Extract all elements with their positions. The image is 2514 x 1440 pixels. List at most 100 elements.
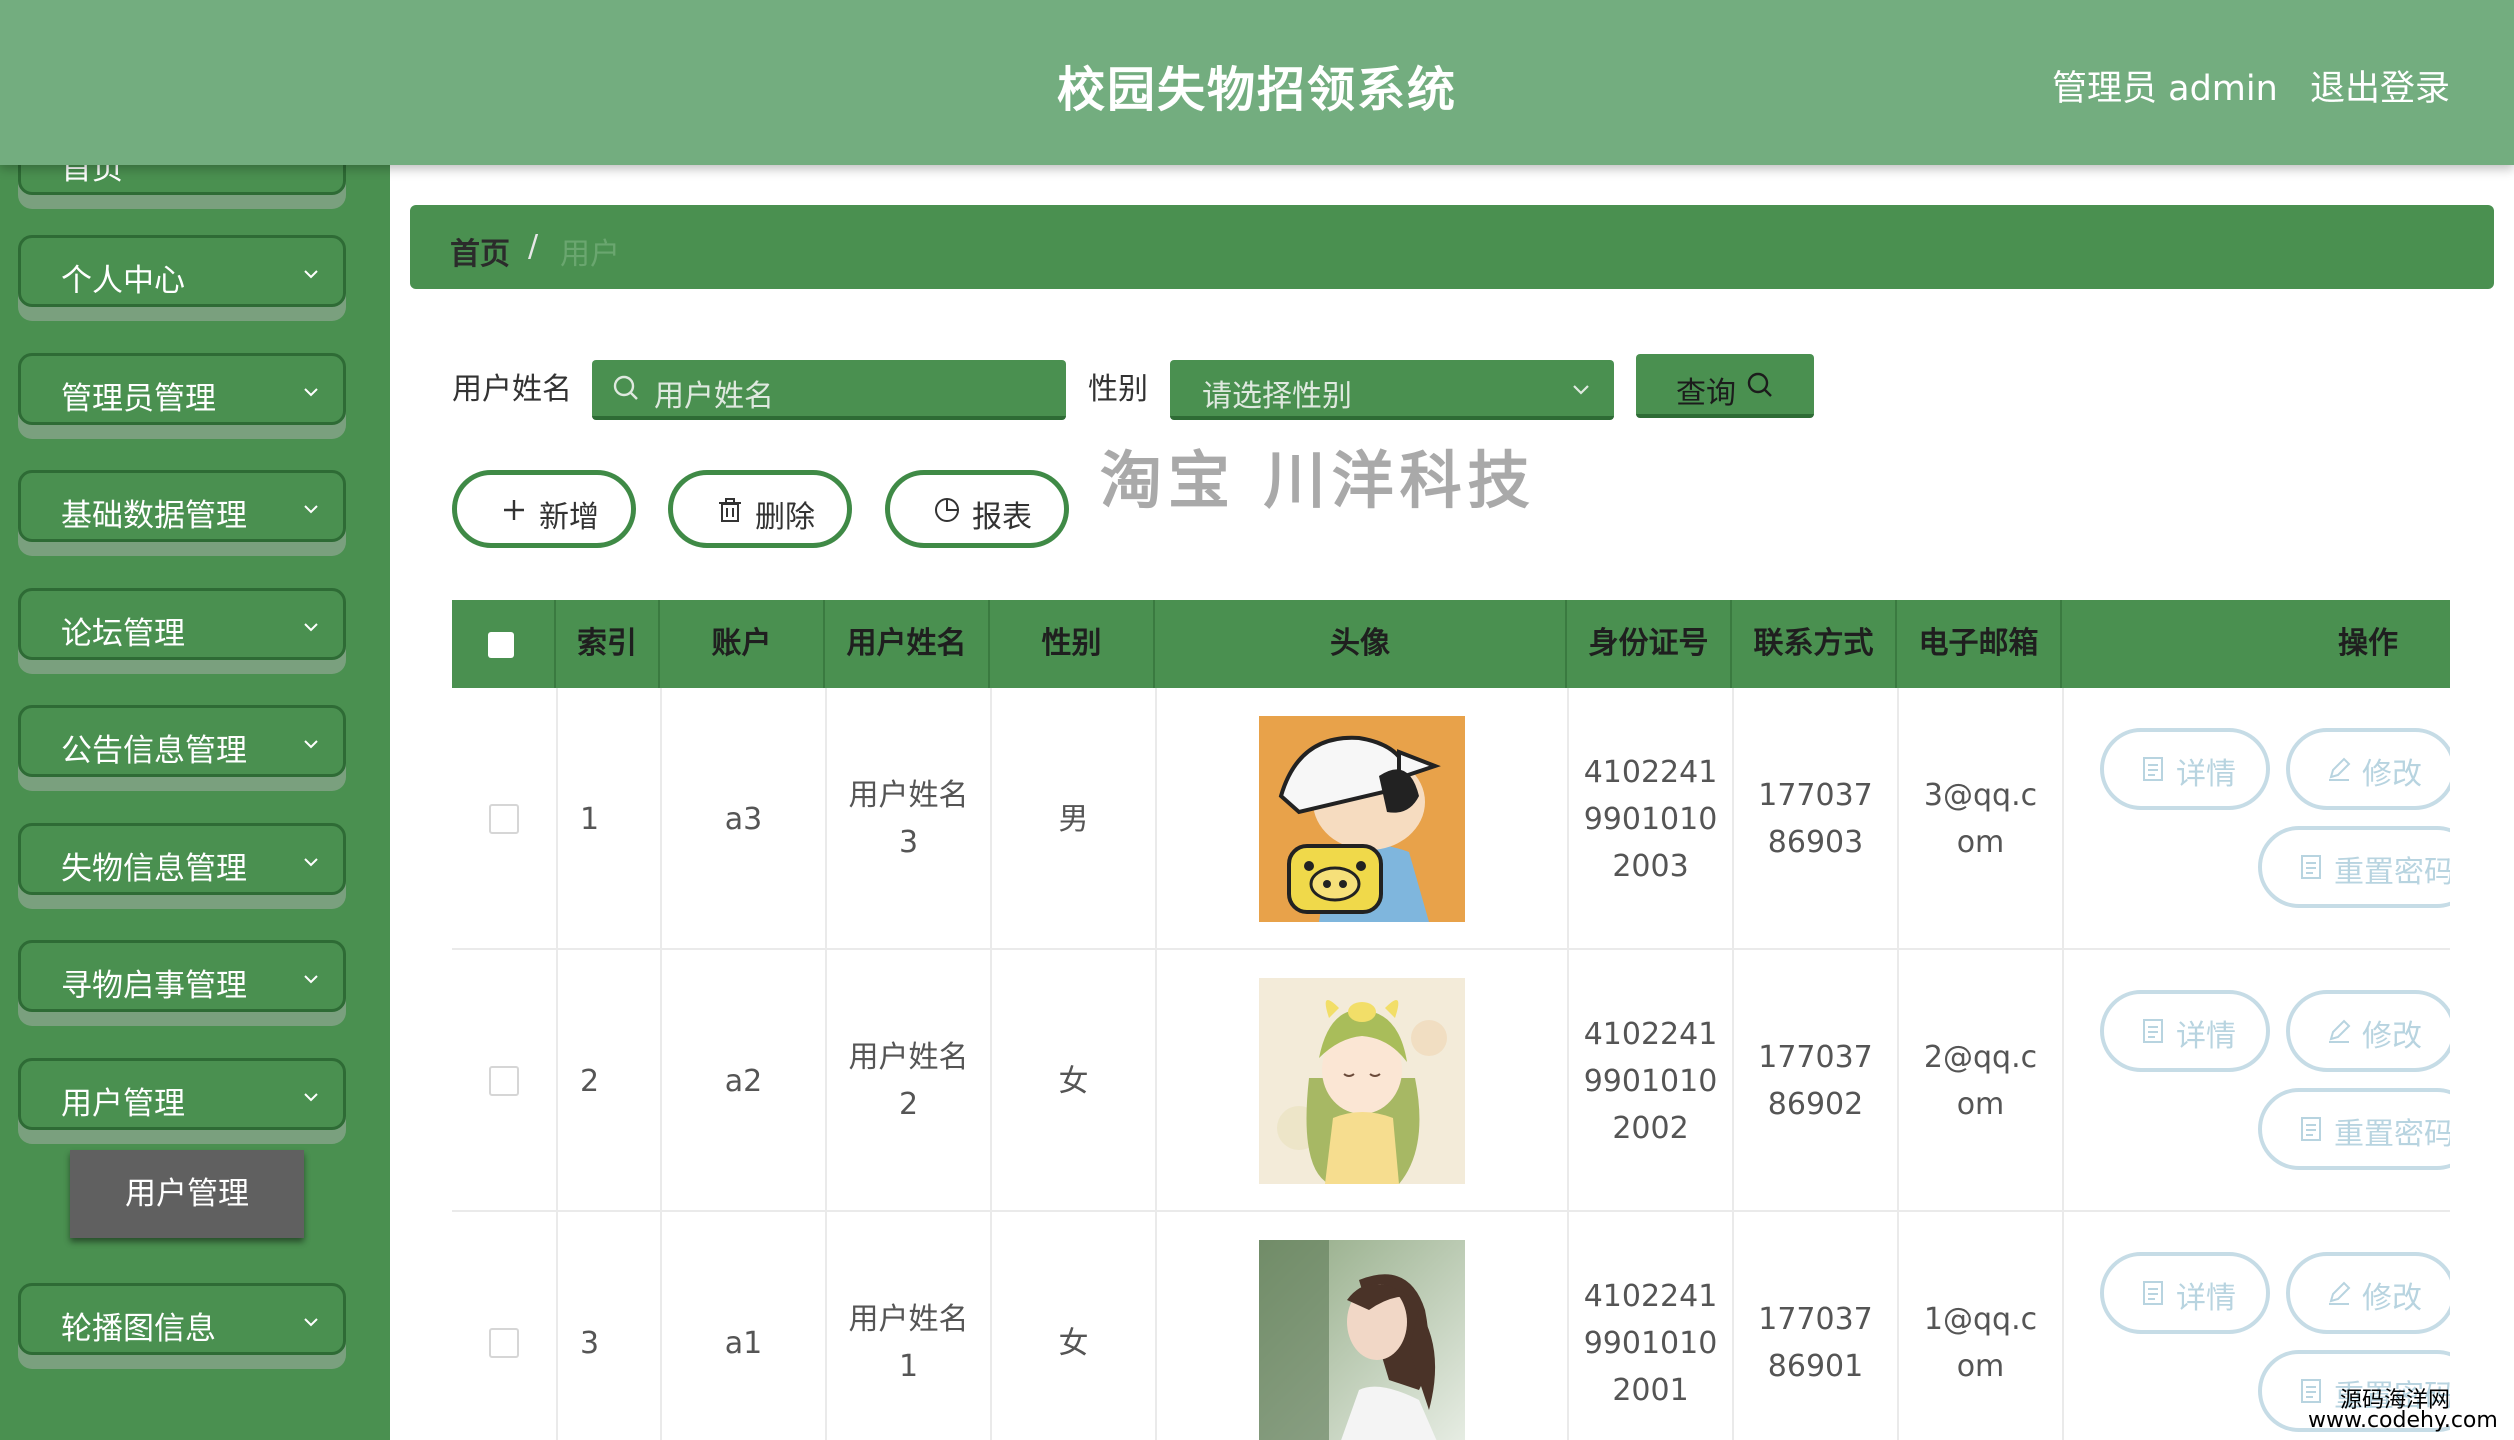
edit-button-label: 修改 bbox=[2362, 1019, 2422, 1054]
add-button[interactable]: 新增 bbox=[452, 470, 636, 548]
reset-password-button[interactable]: 重置密码 bbox=[2258, 826, 2450, 908]
id-number-cell: 410224199010102002 bbox=[1567, 950, 1732, 1212]
query-button[interactable]: 查询 bbox=[1636, 354, 1814, 418]
delete-button[interactable]: 删除 bbox=[668, 470, 852, 548]
sidebar-item-home[interactable]: 首页 bbox=[18, 165, 346, 195]
sidebar-item-label: 个人中心 bbox=[61, 263, 185, 299]
pencil-icon bbox=[2329, 1019, 2351, 1043]
username-cell: 用户姓名2 bbox=[825, 950, 990, 1212]
chevron-down-icon bbox=[304, 388, 318, 397]
email-cell: 1@qq.com bbox=[1897, 1212, 2062, 1440]
sidebar-item-carousel[interactable]: 轮播图信息 bbox=[18, 1283, 346, 1355]
detail-button-label: 详情 bbox=[2176, 757, 2236, 792]
row-checkbox[interactable] bbox=[489, 1066, 519, 1096]
chevron-down-icon bbox=[304, 740, 318, 749]
reset-password-button-label: 重置密码 bbox=[2334, 1117, 2450, 1152]
edit-button[interactable]: 修改 bbox=[2286, 990, 2450, 1072]
sidebar-item-label: 用户管理 bbox=[61, 1086, 185, 1122]
gender-cell: 男 bbox=[990, 688, 1155, 950]
table-row: 3 a1 用户姓名1 女 410224199010102001 17703786… bbox=[452, 1212, 2450, 1440]
header-index: 索引 bbox=[556, 600, 660, 688]
detail-button[interactable]: 详情 bbox=[2100, 1252, 2270, 1334]
chevron-down-icon bbox=[304, 505, 318, 514]
edit-button[interactable]: 修改 bbox=[2286, 1252, 2450, 1334]
account-cell: a1 bbox=[660, 1212, 825, 1440]
document-icon bbox=[2143, 1281, 2163, 1305]
sidebar-item-base-data[interactable]: 基础数据管理 bbox=[18, 470, 346, 542]
reset-password-button-label: 重置密码 bbox=[2334, 855, 2450, 890]
table-header: 索引 账户 用户姓名 性别 头像 身份证号 联系方式 电子邮箱 操作 bbox=[452, 600, 2450, 688]
document-icon bbox=[2301, 855, 2321, 879]
photo-girl-avatar bbox=[1259, 1240, 1465, 1440]
edit-button-label: 修改 bbox=[2362, 757, 2422, 792]
document-icon bbox=[2301, 1379, 2321, 1403]
avatar-cell bbox=[1155, 950, 1567, 1212]
id-number-cell: 410224199010102003 bbox=[1567, 688, 1732, 950]
plus-icon bbox=[504, 500, 524, 520]
account-cell: a3 bbox=[660, 688, 825, 950]
sidebar-item-lost-notices[interactable]: 寻物启事管理 bbox=[18, 940, 346, 1012]
gender-select[interactable]: 请选择性别 bbox=[1170, 360, 1614, 420]
row-check-cell bbox=[452, 1212, 556, 1440]
header-username: 用户姓名 bbox=[825, 600, 990, 688]
gender-filter-label: 性别 bbox=[1088, 372, 1148, 407]
document-icon bbox=[2143, 757, 2163, 781]
sidebar-item-lost-items[interactable]: 失物信息管理 bbox=[18, 823, 346, 895]
id-number-cell: 410224199010102001 bbox=[1567, 1212, 1732, 1440]
header-select-all-cell bbox=[452, 600, 556, 688]
edit-button-label: 修改 bbox=[2362, 1281, 2422, 1316]
gender-select-placeholder: 请选择性别 bbox=[1202, 379, 1352, 414]
breadcrumb-separator: / bbox=[528, 229, 539, 264]
index-cell: 1 bbox=[556, 688, 660, 950]
edit-button[interactable]: 修改 bbox=[2286, 728, 2450, 810]
report-button[interactable]: 报表 bbox=[885, 470, 1069, 548]
breadcrumb: 首页 / 用户 bbox=[410, 205, 2494, 289]
sidebar-item-label: 公告信息管理 bbox=[61, 733, 247, 769]
username-search-input[interactable]: 用户姓名 bbox=[592, 360, 1066, 420]
sidebar-item-label: 基础数据管理 bbox=[61, 498, 247, 534]
table-row: 2 a2 用户姓名2 女 410224199010102002 17703786… bbox=[452, 950, 2450, 1212]
sidebar-item-label: 首页 bbox=[61, 165, 123, 187]
username-filter-label: 用户姓名 bbox=[452, 372, 572, 407]
chevron-down-icon bbox=[304, 858, 318, 867]
sidebar-item-label: 管理员管理 bbox=[61, 381, 216, 417]
search-icon bbox=[1747, 372, 1772, 397]
reset-password-button[interactable]: 重置密码 bbox=[2258, 1088, 2450, 1170]
sidebar-item-profile[interactable]: 个人中心 bbox=[18, 235, 346, 307]
index-cell: 3 bbox=[556, 1212, 660, 1440]
select-all-checkbox[interactable] bbox=[488, 632, 514, 658]
logout-link[interactable]: 退出登录 bbox=[2310, 60, 2450, 111]
username-cell: 用户姓名3 bbox=[825, 688, 990, 950]
operations-cell: 详情 修改 重置密码 bbox=[2062, 688, 2450, 950]
detail-button[interactable]: 详情 bbox=[2100, 728, 2270, 810]
breadcrumb-home[interactable]: 首页 bbox=[450, 229, 510, 273]
header-id-number: 身份证号 bbox=[1567, 600, 1732, 688]
phone-cell: 17703786901 bbox=[1732, 1212, 1897, 1440]
sidebar-item-label: 失物信息管理 bbox=[61, 851, 247, 887]
site-watermark-url: www.codehy.com bbox=[2308, 1408, 2498, 1433]
sidebar-subitem-user-manage[interactable]: 用户管理 bbox=[70, 1150, 304, 1238]
document-icon bbox=[2301, 1117, 2321, 1141]
trash-icon bbox=[719, 498, 741, 522]
detail-button-label: 详情 bbox=[2176, 1281, 2236, 1316]
row-checkbox[interactable] bbox=[489, 1328, 519, 1358]
header-email: 电子邮箱 bbox=[1897, 600, 2062, 688]
sidebar-item-admin-manage[interactable]: 管理员管理 bbox=[18, 353, 346, 425]
sidebar-item-users[interactable]: 用户管理 bbox=[18, 1058, 346, 1130]
sidebar-item-forum[interactable]: 论坛管理 bbox=[18, 588, 346, 660]
detail-button[interactable]: 详情 bbox=[2100, 990, 2270, 1072]
pencil-icon bbox=[2329, 1281, 2351, 1305]
header-operations: 操作 bbox=[2338, 626, 2398, 661]
sidebar: 首页 个人中心 管理员管理 基础数据管理 论坛管理 公告信息管理 失物信息管理 … bbox=[0, 165, 390, 1440]
gender-cell: 女 bbox=[990, 1212, 1155, 1440]
phone-cell: 17703786902 bbox=[1732, 950, 1897, 1212]
sidebar-item-notice[interactable]: 公告信息管理 bbox=[18, 705, 346, 777]
detail-button-label: 详情 bbox=[2176, 1019, 2236, 1054]
username-cell: 用户姓名1 bbox=[825, 1212, 990, 1440]
search-icon bbox=[613, 375, 638, 400]
shop-watermark: 淘宝 川洋科技 bbox=[1100, 444, 1536, 517]
row-checkbox[interactable] bbox=[489, 804, 519, 834]
avatar-cell bbox=[1155, 1212, 1567, 1440]
pie-chart-icon bbox=[935, 498, 959, 522]
illustrated-girl-avatar bbox=[1259, 978, 1465, 1184]
